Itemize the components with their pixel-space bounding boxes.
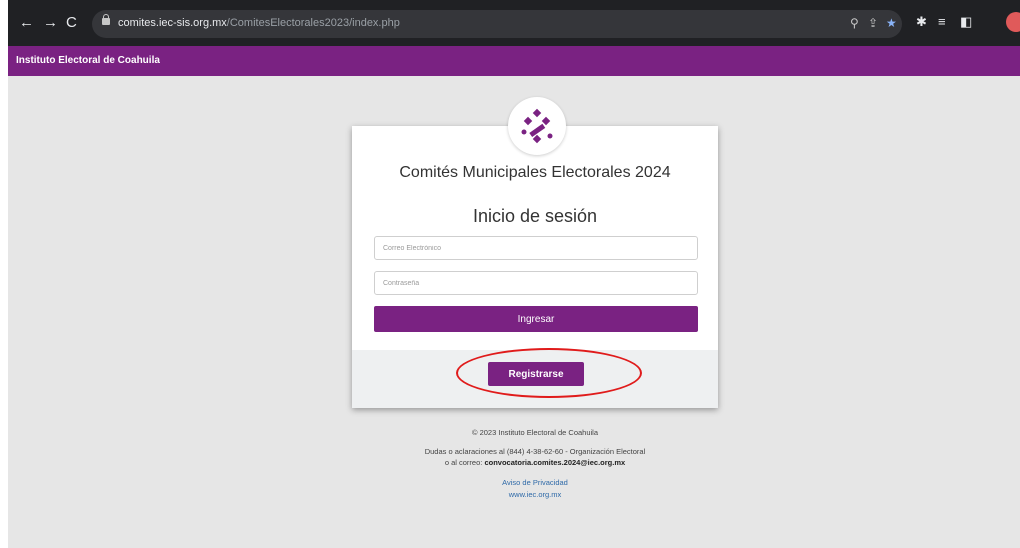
url-text[interactable]: comites.iec-sis.org.mx/ComitesElectorale… <box>118 17 400 29</box>
reading-list-icon[interactable]: ≡ <box>938 14 946 29</box>
contact-email[interactable]: convocatoria.comites.2024@iec.org.mx <box>484 458 625 467</box>
iec-logo-icon <box>521 108 553 144</box>
reload-icon[interactable]: C <box>66 15 77 30</box>
side-panel-icon[interactable]: ◧ <box>960 14 972 30</box>
privacy-link[interactable]: Aviso de Privacidad <box>352 478 718 487</box>
back-arrow-icon[interactable]: ← <box>19 15 34 30</box>
zoom-icon[interactable]: ⚲ <box>850 16 859 30</box>
email-field[interactable] <box>374 236 698 260</box>
page-title: Comités Municipales Electorales 2024 <box>399 164 671 181</box>
copyright-text: © 2023 Instituto Electoral de Coahuila <box>471 428 599 437</box>
browser-window: ← → C comites.iec-sis.org.mx/ComitesElec… <box>8 0 1020 548</box>
bookmark-star-icon[interactable]: ★ <box>886 16 897 30</box>
lock-icon[interactable] <box>102 14 110 25</box>
site-title: Instituto Electoral de Coahuila <box>16 55 160 66</box>
login-button[interactable]: Ingresar <box>374 306 698 332</box>
annotation-ellipse <box>456 348 642 398</box>
share-icon[interactable]: ⇪ <box>868 16 878 30</box>
browser-toolbar: ← → C comites.iec-sis.org.mx/ComitesElec… <box>8 0 1020 46</box>
contact-email-line: o al correo: convocatoria.comites.2024@i… <box>352 458 718 467</box>
contact-text: Dudas o aclaraciones al (844) 4-38-62-60… <box>424 447 646 456</box>
address-bar[interactable]: comites.iec-sis.org.mx/ComitesElectorale… <box>92 10 902 38</box>
website-link[interactable]: www.iec.org.mx <box>352 490 718 499</box>
login-heading: Inicio de sesión <box>472 206 598 226</box>
profile-avatar-icon[interactable] <box>1006 12 1020 32</box>
iec-logo <box>508 97 566 155</box>
forward-arrow-icon[interactable]: → <box>43 15 58 30</box>
site-header: Instituto Electoral de Coahuila <box>8 46 1020 76</box>
contact-prefix: o al correo: <box>444 458 483 467</box>
extensions-icon[interactable]: ✱ <box>916 14 927 30</box>
password-field[interactable] <box>374 271 698 295</box>
